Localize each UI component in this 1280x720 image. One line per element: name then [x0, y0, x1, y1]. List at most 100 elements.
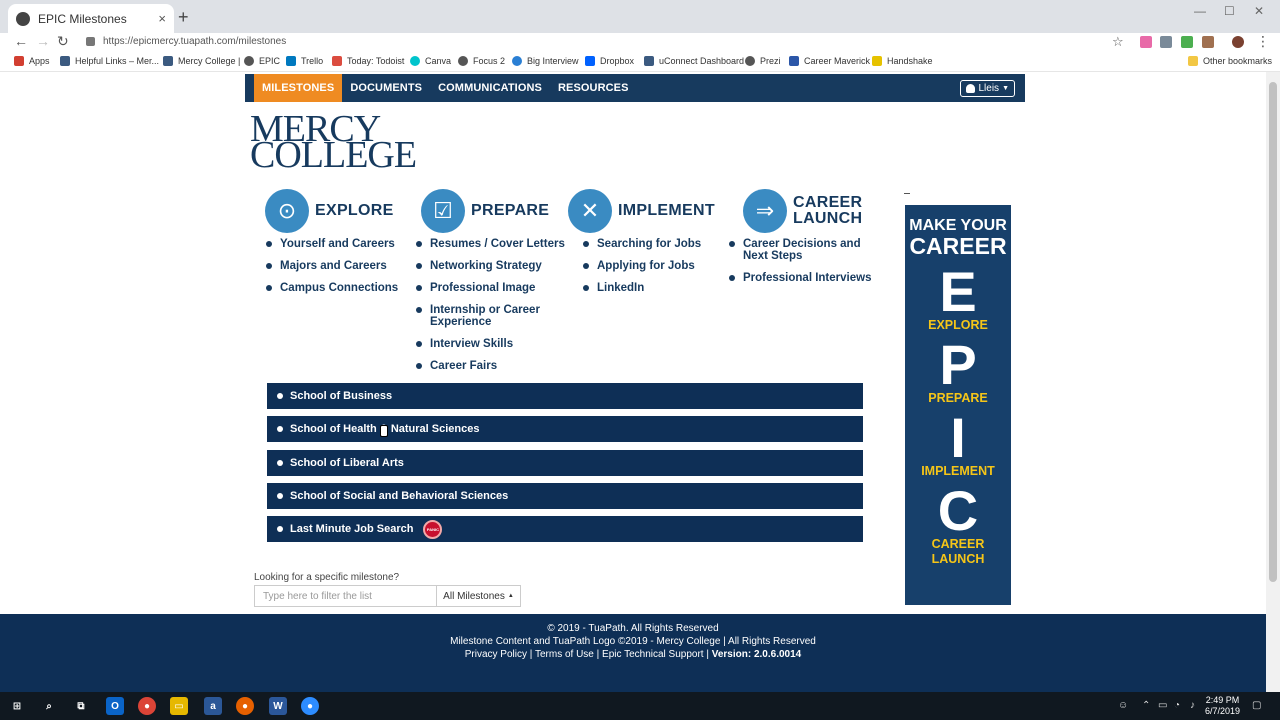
milestone-select[interactable]: All Milestones ▲ — [436, 585, 521, 607]
banner-line2: CAREER — [909, 233, 1007, 259]
volume-icon[interactable]: ♪ — [1190, 700, 1195, 711]
app-icon[interactable]: a — [204, 697, 222, 715]
taskbar-clock[interactable]: 2:49 PM 6/7/2019 — [1205, 695, 1240, 717]
file-explorer-icon[interactable]: ▭ — [170, 697, 188, 715]
firefox-icon[interactable]: ● — [236, 697, 254, 715]
terms-of-use-link[interactable]: Terms of Use — [535, 649, 594, 660]
list-item[interactable]: Career Decisions and Next Steps — [729, 238, 869, 262]
back-icon[interactable]: ← — [14, 33, 28, 49]
windows-taskbar: ⊞ ⌕ ⧉ O ● ▭ a ● W ● ☺ ⌃ ▭ ◔ ♪ 2:49 PM 6/… — [0, 692, 1280, 720]
bookmark-apps[interactable]: Apps — [14, 56, 50, 66]
people-icon[interactable]: ☺ — [1118, 700, 1128, 711]
maximize-icon[interactable]: ☐ — [1224, 4, 1235, 18]
cast-icon[interactable] — [1160, 36, 1172, 48]
bookmark-career-maverick[interactable]: Career Maverick — [789, 56, 870, 66]
top-nav: MILESTONES DOCUMENTS COMMUNICATIONS RESO… — [245, 74, 1025, 102]
new-tab-icon[interactable]: + — [178, 8, 189, 26]
word-icon[interactable]: W — [269, 697, 287, 715]
network-icon[interactable]: ▭ — [1158, 700, 1167, 711]
address-bar[interactable]: https://epicmercy.tuapath.com/milestones — [80, 33, 1132, 50]
bookmark-mercy-college[interactable]: Mercy College | — [163, 56, 240, 66]
bookmark-epic[interactable]: EPIC — [244, 56, 280, 66]
menu-kebab-icon[interactable]: ⋮ — [1256, 33, 1270, 49]
bookmark-trello[interactable]: Trello — [286, 56, 323, 66]
user-name: Lleis — [978, 83, 1000, 94]
banner-letter: C — [937, 479, 979, 542]
category-implement[interactable]: ✕ IMPLEMENT — [568, 189, 715, 233]
bookmark-other[interactable]: Other bookmarks — [1188, 56, 1272, 66]
bookmark-focus2[interactable]: Focus 2 — [458, 56, 505, 66]
nav-documents[interactable]: DOCUMENTS — [342, 74, 430, 102]
extension-icon[interactable] — [1140, 36, 1152, 48]
bookmark-uconnect[interactable]: uConnect Dashboard — [644, 56, 744, 66]
bookmark-canva[interactable]: Canva — [410, 56, 451, 66]
extension-grid-icon[interactable] — [1181, 36, 1193, 48]
bookmark-handshake[interactable]: Handshake — [872, 56, 933, 66]
search-icon[interactable]: ⌕ — [40, 697, 58, 715]
reload-icon[interactable]: ↻ — [57, 33, 69, 49]
school-label: Last Minute Job Search — [290, 523, 414, 535]
tab-close-icon[interactable]: × — [158, 11, 166, 26]
list-item[interactable]: Majors and Careers — [266, 260, 416, 272]
list-item[interactable]: Professional Interviews — [729, 272, 879, 284]
category-explore[interactable]: ⊙ EXPLORE — [265, 189, 394, 233]
list-item[interactable]: Interview Skills — [416, 338, 576, 350]
category-prepare[interactable]: ☑ PREPARE — [421, 189, 549, 233]
windows-start-icon[interactable]: ⊞ — [8, 697, 26, 715]
outlook-icon[interactable]: O — [106, 697, 124, 715]
profile-avatar-icon[interactable] — [1232, 36, 1244, 48]
nav-resources[interactable]: RESOURCES — [550, 74, 637, 102]
page-scrollbar[interactable] — [1266, 72, 1280, 692]
globe-icon — [745, 56, 755, 66]
list-item[interactable]: Campus Connections — [266, 282, 416, 294]
school-business-bar[interactable]: School of Business — [267, 383, 863, 409]
list-item[interactable]: Professional Image — [416, 282, 576, 294]
chrome-icon[interactable]: ● — [138, 697, 156, 715]
wifi-icon[interactable]: ◔ — [1174, 700, 1180, 711]
minimize-icon[interactable]: — — [1194, 4, 1206, 18]
zoom-icon[interactable]: ● — [301, 697, 319, 715]
bookmark-prezi[interactable]: Prezi — [745, 56, 781, 66]
bookmark-helpful-links[interactable]: Helpful Links – Mer... — [60, 56, 159, 66]
bookmark-dropbox[interactable]: Dropbox — [585, 56, 634, 66]
prepare-list: Resumes / Cover Letters Networking Strat… — [416, 238, 576, 372]
list-item[interactable]: Yourself and Careers — [266, 238, 416, 250]
binoculars-icon: ⊙ — [265, 189, 309, 233]
banner-word: IMPLEMENT — [921, 464, 995, 478]
list-item[interactable]: Networking Strategy — [416, 260, 576, 272]
list-item[interactable]: Career Fairs — [416, 360, 576, 372]
browser-tab[interactable]: EPIC Milestones × — [8, 4, 174, 33]
list-item[interactable]: LinkedIn — [583, 282, 723, 294]
user-menu-button[interactable]: Lleis ▼ — [960, 80, 1015, 97]
apps-grid-icon — [14, 56, 24, 66]
bookmark-todoist[interactable]: Today: Todoist — [332, 56, 404, 66]
task-view-icon[interactable]: ⧉ — [72, 697, 90, 715]
school-social-bar[interactable]: School of Social and Behavioral Sciences — [267, 483, 863, 509]
list-item[interactable]: Resumes / Cover Letters — [416, 238, 576, 250]
category-career-launch[interactable]: ⇒ CAREER LAUNCH — [743, 189, 862, 233]
scrollbar-thumb[interactable] — [1269, 82, 1277, 582]
list-item[interactable]: Applying for Jobs — [583, 260, 723, 272]
bookmark-star-icon[interactable]: ☆ — [1112, 34, 1124, 50]
epic-banner: MAKE YOUR CAREER E EXPLORE P PREPARE I I… — [905, 205, 1011, 605]
tray-arrow-icon[interactable]: ⌃ — [1142, 700, 1150, 711]
school-health-bar[interactable]: School of Health & Natural Sciences — [267, 416, 863, 442]
window-close-icon[interactable]: ✕ — [1254, 4, 1264, 18]
extension-icon[interactable] — [1202, 36, 1214, 48]
browser-toolbar: ← → ↻ https://epicmercy.tuapath.com/mile… — [0, 33, 1280, 52]
notifications-icon[interactable]: ▢ — [1252, 700, 1261, 711]
list-item[interactable]: Internship or Career Experience — [416, 304, 551, 328]
banner-word: EXPLORE — [928, 318, 988, 332]
nav-communications[interactable]: COMMUNICATIONS — [430, 74, 550, 102]
mercy-college-logo: MERCY COLLEGE — [250, 110, 417, 174]
forward-icon[interactable]: → — [36, 33, 50, 49]
list-item[interactable]: Searching for Jobs — [583, 238, 723, 250]
last-minute-job-search-bar[interactable]: Last Minute Job Search PANIC — [267, 516, 863, 542]
milestone-filter-input[interactable]: Type here to filter the list — [254, 585, 437, 607]
school-liberal-arts-bar[interactable]: School of Liberal Arts — [267, 450, 863, 476]
bookmark-big-interview[interactable]: Big Interview — [512, 56, 579, 66]
nav-milestones[interactable]: MILESTONES — [254, 74, 343, 102]
privacy-policy-link[interactable]: Privacy Policy — [465, 649, 527, 660]
user-icon — [966, 84, 976, 93]
technical-support-link[interactable]: Epic Technical Support — [602, 649, 704, 660]
